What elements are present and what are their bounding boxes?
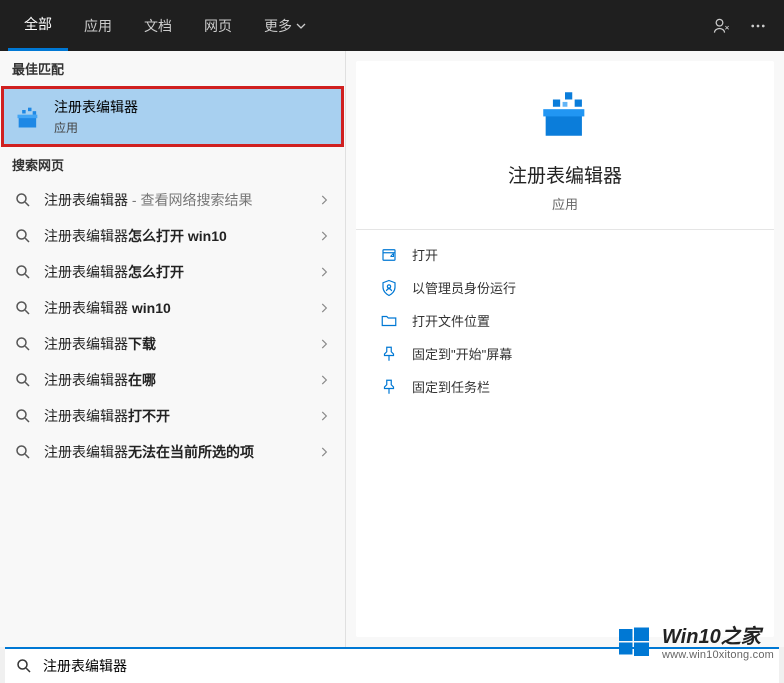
chevron-right-icon	[317, 373, 331, 387]
search-result-text: 注册表编辑器 - 查看网络搜索结果	[44, 190, 309, 210]
action-open[interactable]: 打开	[356, 238, 774, 271]
chevron-right-icon	[317, 193, 331, 207]
pin-icon	[380, 345, 398, 363]
results-panel: 最佳匹配 注册表编辑器 应用 搜索网页 注册表编辑器 - 查看网络搜索结果注册表…	[0, 51, 346, 647]
regedit-large-icon	[536, 85, 594, 143]
chevron-right-icon	[317, 301, 331, 315]
admin-icon	[380, 279, 398, 297]
chevron-down-icon	[296, 21, 306, 31]
magnifier-icon	[14, 335, 32, 353]
search-bar	[5, 647, 779, 683]
chevron-right-icon	[317, 229, 331, 243]
search-results-list: 注册表编辑器 - 查看网络搜索结果注册表编辑器怎么打开 win10 注册表编辑器怎…	[0, 182, 345, 470]
main-area: 最佳匹配 注册表编辑器 应用 搜索网页 注册表编辑器 - 查看网络搜索结果注册表…	[0, 51, 784, 647]
search-result-text: 注册表编辑器无法在当前所选的项	[44, 442, 309, 462]
magnifier-icon	[14, 263, 32, 281]
action-run-admin[interactable]: 以管理员身份运行	[356, 271, 774, 304]
search-result-text: 注册表编辑器 win10	[44, 298, 309, 318]
magnifier-icon	[14, 191, 32, 209]
details-title: 注册表编辑器	[508, 161, 622, 188]
regedit-icon	[14, 103, 42, 131]
folder-icon	[380, 312, 398, 330]
magnifier-icon	[14, 407, 32, 425]
search-result-item[interactable]: 注册表编辑器 win10	[0, 290, 345, 326]
search-result-text: 注册表编辑器在哪	[44, 370, 309, 390]
best-match-item[interactable]: 注册表编辑器 应用	[1, 86, 344, 147]
search-result-text: 注册表编辑器下载	[44, 334, 309, 354]
tab-apps[interactable]: 应用	[68, 0, 128, 51]
best-match-texts: 注册表编辑器 应用	[54, 97, 138, 136]
search-result-text: 注册表编辑器打不开	[44, 406, 309, 426]
pin-taskbar-icon	[380, 378, 398, 396]
search-result-item[interactable]: 注册表编辑器 - 查看网络搜索结果	[0, 182, 345, 218]
search-result-text: 注册表编辑器怎么打开 win10	[44, 226, 309, 246]
action-list: 打开 以管理员身份运行 打开文件位置 固定到"开始"屏幕 固定到任务栏	[356, 230, 774, 411]
best-match-subtitle: 应用	[54, 119, 138, 136]
magnifier-icon	[14, 371, 32, 389]
best-match-title: 注册表编辑器	[54, 97, 138, 117]
section-search-web: 搜索网页	[0, 147, 345, 182]
search-result-item[interactable]: 注册表编辑器怎么打开	[0, 254, 345, 290]
tab-web[interactable]: 网页	[188, 0, 248, 51]
search-result-item[interactable]: 注册表编辑器怎么打开 win10	[0, 218, 345, 254]
details-panel: 注册表编辑器 应用 打开 以管理员身份运行 打开文件位置 固定到"开始"屏幕	[356, 61, 774, 637]
feedback-icon[interactable]	[704, 8, 740, 44]
action-open-location[interactable]: 打开文件位置	[356, 304, 774, 337]
open-icon	[380, 246, 398, 264]
tab-all[interactable]: 全部	[8, 0, 68, 51]
details-hero: 注册表编辑器 应用	[356, 61, 774, 230]
search-result-text: 注册表编辑器怎么打开	[44, 262, 309, 282]
more-options-icon[interactable]	[740, 8, 776, 44]
action-pin-taskbar[interactable]: 固定到任务栏	[356, 370, 774, 403]
details-subtitle: 应用	[552, 194, 578, 213]
action-pin-taskbar-label: 固定到任务栏	[412, 377, 490, 396]
action-open-location-label: 打开文件位置	[412, 311, 490, 330]
action-open-label: 打开	[412, 245, 438, 264]
search-icon	[15, 657, 33, 675]
tab-docs[interactable]: 文档	[128, 0, 188, 51]
search-input[interactable]	[43, 658, 769, 674]
magnifier-icon	[14, 299, 32, 317]
magnifier-icon	[14, 443, 32, 461]
chevron-right-icon	[317, 265, 331, 279]
tab-more-label: 更多	[264, 16, 292, 36]
search-result-item[interactable]: 注册表编辑器打不开	[0, 398, 345, 434]
search-result-item[interactable]: 注册表编辑器无法在当前所选的项	[0, 434, 345, 470]
section-best-match: 最佳匹配	[0, 51, 345, 86]
search-result-item[interactable]: 注册表编辑器在哪	[0, 362, 345, 398]
action-run-admin-label: 以管理员身份运行	[412, 278, 516, 297]
action-pin-start-label: 固定到"开始"屏幕	[412, 344, 512, 363]
search-result-item[interactable]: 注册表编辑器下载	[0, 326, 345, 362]
chevron-right-icon	[317, 409, 331, 423]
action-pin-start[interactable]: 固定到"开始"屏幕	[356, 337, 774, 370]
magnifier-icon	[14, 227, 32, 245]
tab-more[interactable]: 更多	[248, 0, 322, 51]
chevron-right-icon	[317, 337, 331, 351]
search-tabs-bar: 全部 应用 文档 网页 更多	[0, 0, 784, 51]
chevron-right-icon	[317, 445, 331, 459]
